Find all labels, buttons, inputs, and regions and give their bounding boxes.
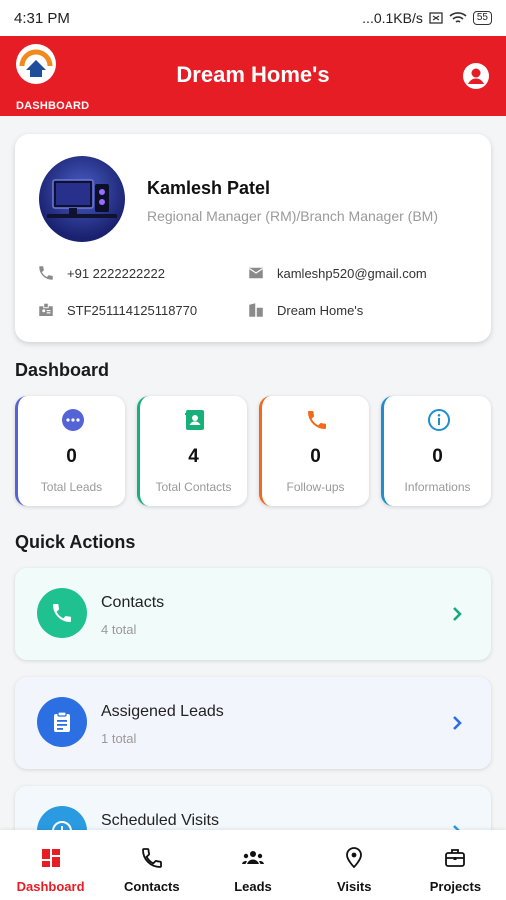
app-title: Dream Home's [176,62,330,87]
quick-actions-heading: Quick Actions [15,532,136,552]
stat-total-contacts[interactable]: 4 Total Contacts [137,396,247,506]
email-info: kamleshp520@gmail.com [247,264,427,282]
action-assigned-leads[interactable]: Assigened Leads 1 total [15,677,491,769]
email-text: kamleshp520@gmail.com [277,265,427,281]
network-speed: ...0.1KB/s [362,10,423,26]
nav-visits[interactable]: Visits [304,830,405,900]
action-title: Contacts [101,594,165,611]
group-icon [242,851,264,864]
stat-label: Follow-ups [286,480,345,494]
more-horiz-icon [62,409,84,431]
stat-label: Total Leads [40,480,103,494]
stat-value: 4 [188,446,199,467]
chevron-right-icon [453,716,462,730]
phone-icon [308,411,326,429]
nav-label: Visits [336,879,372,894]
nav-projects[interactable]: Projects [405,830,506,900]
stat-value: 0 [310,446,321,467]
action-title: Assigened Leads [101,703,224,720]
action-subtitle: 1 total [101,731,137,746]
sim-icon [429,12,443,24]
contacts-icon [185,410,204,430]
logo-label: DASHBOARD [16,100,90,112]
stat-total-leads[interactable]: 0 Total Leads [15,396,125,506]
phone-text: +91 2222222222 [67,265,165,281]
phone-icon [39,266,53,280]
status-time: 4:31 PM [14,9,70,27]
company-text: Dream Home's [277,302,364,318]
dashboard-icon [41,849,60,867]
phone-icon [53,604,71,622]
profile-name: Kamlesh Patel [147,178,271,198]
stat-label: Total Contacts [155,480,232,494]
profile-role: Regional Manager (RM)/Branch Manager (BM… [147,208,438,224]
nav-label: Contacts [123,879,180,894]
nav-label: Leads [234,879,272,894]
staff-id-text: STF251114125118770 [67,302,198,318]
action-subtitle: 4 total [101,622,137,637]
nav-label: Projects [429,879,482,894]
phone-info: +91 2222222222 [37,264,165,282]
bottom-nav: Dashboard Contacts Leads Visits Projects [0,830,506,900]
staff-id-info: STF251114125118770 [37,301,197,319]
clipboard-icon [54,711,70,732]
profile-card: Kamlesh Patel Regional Manager (RM)/Bran… [15,134,491,342]
building-icon [249,303,263,317]
company-info: Dream Home's [247,301,363,319]
stat-informations[interactable]: 0 Informations [381,396,491,506]
phone-icon [141,848,162,868]
status-bar: 4:31 PM ...0.1KB/s 55 [0,0,506,36]
account-circle-icon[interactable] [462,62,490,90]
action-icon-circle [37,697,87,747]
stat-follow-ups[interactable]: 0 Follow-ups [259,396,369,506]
battery-icon: 55 [472,11,492,25]
stat-value: 0 [432,446,443,467]
nav-label: Dashboard [16,879,85,894]
dashboard-heading: Dashboard [15,360,110,380]
badge-icon [39,302,53,316]
avatar [39,156,125,242]
nav-dashboard[interactable]: Dashboard [0,830,101,900]
info-icon [428,409,450,431]
chevron-right-icon [453,607,462,621]
action-title: Scheduled Visits [101,812,219,829]
action-icon-circle [37,588,87,638]
location-icon [346,847,363,869]
stat-value: 0 [66,446,77,467]
nav-contacts[interactable]: Contacts [101,830,202,900]
briefcase-icon [445,849,466,867]
app-header: DASHBOARD Dream Home's [0,36,506,116]
nav-leads[interactable]: Leads [202,830,303,900]
mail-icon [248,267,264,279]
wifi-icon [449,12,467,23]
stat-label: Informations [404,480,471,494]
action-contacts[interactable]: Contacts 4 total [15,568,491,660]
